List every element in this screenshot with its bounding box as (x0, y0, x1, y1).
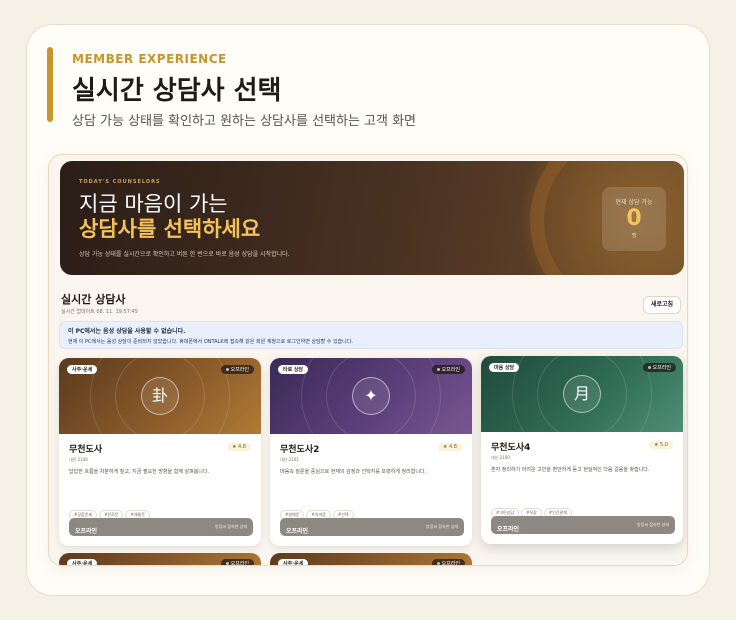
status-label: 오프라인 (441, 561, 460, 566)
card-banner: ✦ 타로 상담 오프라인 (270, 358, 472, 466)
rating-badge: ★ 4.8 (226, 443, 251, 451)
status-dot-icon (225, 368, 229, 371)
status-label: 오프라인 (441, 367, 460, 373)
counselor-name: 무천도사2 (280, 445, 320, 455)
status-dot-icon (436, 368, 440, 371)
hero-description: 상담 가능 상태를 실시간으로 확인하고 버튼 한 번으로 바로 음성 상담을 … (79, 251, 290, 258)
notice-banner: 이 PC에서는 음성 상담을 사용할 수 없습니다. 현재 이 PC에서는 음성… (59, 321, 683, 349)
status-label: 오프라인 (230, 367, 249, 373)
consult-button[interactable]: 오프라인 방장씨 접속한 상태 (491, 516, 675, 534)
rating-badge: ★ 4.8 (437, 443, 462, 451)
refresh-button[interactable]: 새로고침 (643, 296, 681, 314)
counselor-description: 마음속 질문을 중심으로 현재의 감정과 선택지를 또렷하게 정리합니다. (280, 469, 427, 475)
consult-button-label: 오프라인 (497, 526, 520, 533)
consult-button-note: 방장씨 접속한 상태 (426, 524, 458, 529)
status-dot-icon (436, 562, 440, 565)
consult-button[interactable]: 오프라인 방장씨 접속한 상태 (69, 518, 253, 536)
app-window: TODAY'S COUNSELORS 지금 마음이 가는 상담사를 선택하세요 … (48, 154, 688, 566)
card-banner: 卦 사주·운세 오프라인 (59, 358, 261, 466)
page-subtitle: 상담 가능 상태를 확인하고 원하는 상담사를 선택하는 고객 화면 (72, 114, 417, 129)
available-label: 현재 상담 가능 (615, 199, 653, 206)
consult-button-label: 오프라인 (286, 528, 309, 535)
consult-button-note: 방장씨 접속한 상태 (215, 524, 247, 529)
counselor-meta: 내신 2101 (280, 457, 299, 462)
hero-title-line2: 상담사를 선택하세요 (79, 216, 261, 241)
available-counter: 현재 상담 가능 0 명 (602, 187, 666, 251)
counselor-card[interactable]: 卦 사주·운세 오프라인 무천도사 ★ 4.8 내신 2100 답답한 흐름을 … (59, 358, 261, 546)
counselor-card[interactable]: 사주·운세 오프라인 (59, 553, 261, 566)
status-badge: 오프라인 (431, 559, 465, 566)
category-tag: 사주·운세 (67, 365, 98, 374)
status-badge: 오프라인 (642, 363, 676, 372)
category-tag: 사주·운세 (278, 559, 309, 565)
category-tag: 마음 상담 (489, 363, 520, 372)
consult-button-note: 방장씨 접속한 상태 (637, 522, 669, 527)
last-updated: 실시간 업데이트 08. 11. 19:57:45 (61, 309, 138, 315)
status-dot-icon (647, 366, 651, 369)
counselor-name: 무천도사 (69, 445, 103, 455)
counselor-emblem-icon: 卦 (141, 377, 179, 415)
consult-button-label: 오프라인 (75, 528, 98, 535)
counselor-card[interactable]: 月 마음 상담 오프라인 무천도사4 ★ 5.0 내신 2100 혼자 정리하기… (481, 356, 683, 544)
counselor-meta: 내신 2100 (69, 457, 88, 462)
category-tag: 사주·운세 (67, 559, 98, 565)
notice-title: 이 PC에서는 음성 상담을 사용할 수 없습니다. (68, 328, 186, 335)
counselor-description: 혼자 정리하기 어려운 고민을 편안하게 듣고 현실적인 다음 걸음을 찾습니다… (491, 467, 650, 473)
hero-eyebrow: TODAY'S COUNSELORS (79, 179, 161, 185)
rating-badge: ★ 5.0 (648, 441, 673, 449)
counselor-emblem-icon: 月 (563, 375, 601, 413)
status-label: 오프라인 (652, 365, 671, 371)
counselor-emblem-icon: ✦ (352, 377, 390, 415)
available-count: 0 (626, 206, 642, 231)
counselor-name: 무천도사4 (491, 443, 531, 453)
status-dot-icon (225, 562, 229, 565)
category-tag: 타로 상담 (278, 365, 309, 374)
counselor-description: 답답한 흐름을 차분하게 짚고, 지금 필요한 방향을 함께 살펴봅니다. (69, 469, 210, 475)
counselor-card[interactable]: 사주·운세 오프라인 (270, 553, 472, 566)
available-unit: 명 (631, 233, 637, 239)
accent-bar (47, 47, 53, 122)
status-label: 오프라인 (230, 561, 249, 566)
hero-banner: TODAY'S COUNSELORS 지금 마음이 가는 상담사를 선택하세요 … (60, 161, 684, 275)
counselor-card[interactable]: ✦ 타로 상담 오프라인 무천도사2 ★ 4.8 내신 2101 마음속 질문을… (270, 358, 472, 546)
notice-body: 현재 이 PC에서는 음성 상담이 준비되지 않았습니다. 휴대폰에서 ONTA… (68, 339, 353, 345)
status-badge: 오프라인 (431, 365, 465, 374)
counselor-meta: 내신 2100 (491, 455, 510, 460)
status-badge: 오프라인 (220, 365, 254, 374)
page-kicker: MEMBER EXPERIENCE (72, 52, 227, 66)
consult-button[interactable]: 오프라인 방장씨 접속한 상태 (280, 518, 464, 536)
section-title: 실시간 상담사 (61, 293, 126, 306)
page-title: 실시간 상담사 선택 (72, 76, 282, 106)
card-banner: 月 마음 상담 오프라인 (481, 356, 683, 464)
status-badge: 오프라인 (220, 559, 254, 566)
